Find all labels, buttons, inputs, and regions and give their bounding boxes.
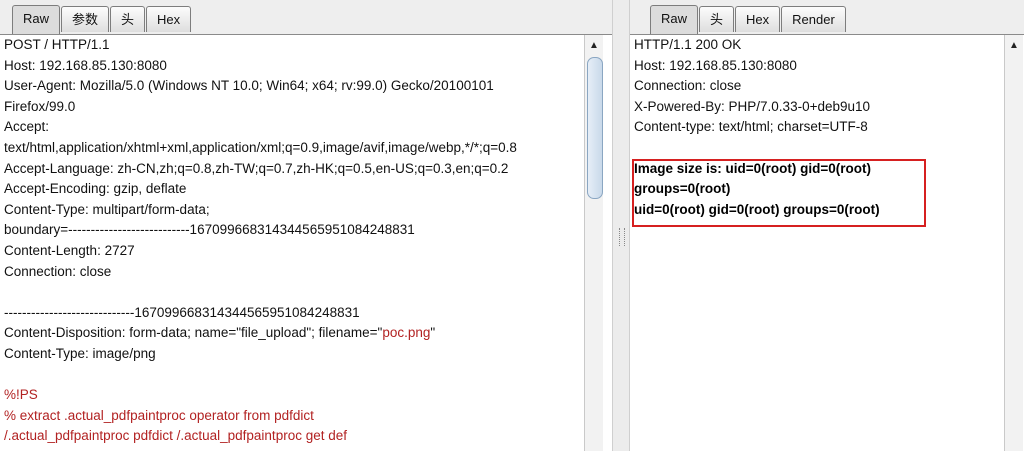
content-disposition-prefix: Content-Disposition: form-data; name="fi… [4,325,383,341]
tab-render[interactable]: Render [781,6,846,32]
request-scrollbar[interactable]: ▲ [584,35,603,451]
tab-headers[interactable]: 头 [699,6,735,32]
request-line: Accept: [4,119,50,135]
request-line: Firefox/99.0 [4,98,76,114]
response-line: X-Powered-By: PHP/7.0.33-0+deb9u10 [634,98,871,114]
request-line: Content-Type: multipart/form-data; [4,201,210,217]
response-line: Connection: close [634,78,742,94]
panel-splitter[interactable] [612,0,630,451]
boundary-line: -----------------------------16709966831… [4,304,360,320]
request-line: Content-Length: 2727 [4,242,135,258]
request-line: User-Agent: Mozilla/5.0 (Windows NT 10.0… [4,78,494,94]
response-line: HTTP/1.1 200 OK [634,37,742,52]
payload-line: /.actual_pdfpaintproc pdfdict /.actual_p… [4,428,347,444]
payload-line: % extract .actual_pdfpaintproc operator … [4,407,314,423]
request-tabbar: Raw 参数 头 Hex [0,0,612,35]
request-editor[interactable]: POST / HTTP/1.1 Host: 192.168.85.130:808… [0,35,584,451]
tab-raw[interactable]: Raw [12,5,61,34]
request-line: boundary=---------------------------1670… [4,222,415,238]
scroll-thumb[interactable] [587,57,603,199]
tab-raw[interactable]: Raw [650,5,699,34]
tab-hex[interactable]: Hex [146,6,192,32]
payload-line: %!PS [4,387,38,403]
up-arrow-icon[interactable]: ▲ [585,35,603,55]
tab-headers[interactable]: 头 [110,6,146,32]
up-arrow-icon[interactable]: ▲ [1005,35,1023,55]
content-type-line: Content-Type: image/png [4,345,156,361]
request-line: text/html,application/xhtml+xml,applicat… [4,139,517,155]
response-tabbar: Raw 头 Hex Render [630,0,1024,35]
filename-value: poc.png [382,325,431,341]
request-line: POST / HTTP/1.1 [4,37,110,52]
content-disposition-suffix: " [430,325,436,341]
response-viewer[interactable]: HTTP/1.1 200 OK Host: 192.168.85.130:808… [630,35,1004,451]
tab-params[interactable]: 参数 [61,6,110,32]
request-line: Connection: close [4,263,112,279]
response-line: Content-type: text/html; charset=UTF-8 [634,119,868,135]
content-disposition-line: Content-Disposition: form-data; name="fi… [0,323,584,344]
response-scrollbar[interactable]: ▲ [1004,35,1023,451]
request-line: Accept-Encoding: gzip, deflate [4,181,187,197]
request-line: Host: 192.168.85.130:8080 [4,57,167,73]
grip-icon [619,228,625,246]
request-line: Accept-Language: zh-CN,zh;q=0.8,zh-TW;q=… [4,160,509,176]
highlight-box [632,159,926,227]
request-panel: Raw 参数 头 Hex POST / HTTP/1.1 Host: 192.1… [0,0,612,451]
response-panel: Raw 头 Hex Render HTTP/1.1 200 OK Host: 1… [630,0,1024,451]
tab-hex[interactable]: Hex [735,6,781,32]
response-line: Host: 192.168.85.130:8080 [634,57,797,73]
